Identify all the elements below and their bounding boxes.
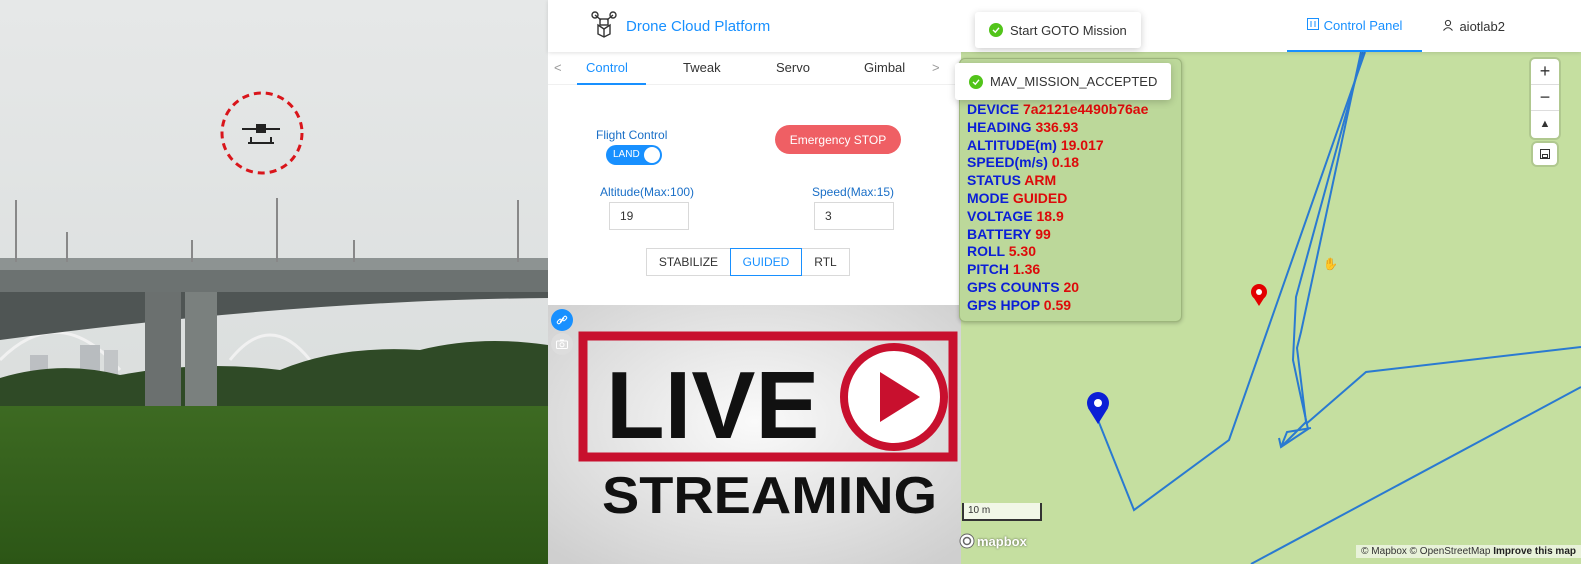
- telemetry-value: 99: [1035, 225, 1051, 242]
- goto-mission-text: Start GOTO Mission: [1010, 22, 1127, 38]
- sliders-icon: [1306, 17, 1319, 33]
- switch-knob: [644, 147, 660, 163]
- user-icon: [1442, 19, 1454, 34]
- telemetry-value: 5.30: [1008, 243, 1036, 260]
- live-stream-panel: LIVE STREAMING: [548, 305, 961, 564]
- emergency-stop-button[interactable]: Emergency STOP: [775, 125, 901, 154]
- tab-servo[interactable]: Servo: [776, 60, 810, 75]
- telemetry-row: HEADING 336.93: [967, 119, 1078, 135]
- telemetry-row: STATUS ARM: [967, 172, 1056, 188]
- telemetry-value: 19.017: [1060, 136, 1104, 153]
- telemetry-row: ROLL 5.30: [967, 243, 1036, 259]
- zoom-in-button[interactable]: +: [1531, 59, 1559, 85]
- zoom-out-button[interactable]: −: [1531, 85, 1559, 111]
- telemetry-value: 7a2121e4490b76ae: [1023, 101, 1149, 117]
- mode-stabilize-button[interactable]: STABILIZE: [646, 248, 731, 276]
- speed-input[interactable]: 3: [814, 202, 894, 230]
- live-streaming-graphic: LIVE STREAMING: [548, 305, 961, 564]
- drone-icon: [590, 10, 618, 43]
- telemetry-row: DEVICE 7a2121e4490b76ae: [967, 101, 1148, 117]
- link-icon[interactable]: [551, 309, 573, 331]
- flight-mode-group: STABILIZE GUIDED RTL: [646, 248, 850, 276]
- control-tabs: < Control Tweak Servo Gimbal >: [548, 52, 961, 85]
- tab-gimbal[interactable]: Gimbal: [864, 60, 905, 75]
- telemetry-value: 18.9: [1036, 207, 1064, 224]
- telemetry-row: GPS COUNTS 20: [967, 279, 1079, 295]
- tab-next-icon[interactable]: >: [932, 60, 940, 75]
- telemetry-row: BATTERY 99: [967, 226, 1051, 242]
- goto-mission-toast: Start GOTO Mission: [975, 12, 1141, 48]
- mapbox-logo-text: mapbox: [977, 533, 1027, 549]
- streaming-text: STREAMING: [602, 467, 937, 525]
- mapbox-logo[interactable]: mapbox: [959, 533, 1027, 549]
- telemetry-value: 0.18: [1051, 154, 1080, 171]
- tab-control[interactable]: Control: [586, 60, 628, 75]
- telemetry-row: ALTITUDE(m) 19.017: [967, 137, 1104, 153]
- improve-map-link[interactable]: Improve this map: [1493, 546, 1576, 557]
- success-icon: [989, 23, 1003, 37]
- camera-feed: [0, 0, 548, 564]
- map-scale: 10 m: [962, 503, 1042, 521]
- telemetry-key: ALTITUDE(m): [967, 136, 1057, 153]
- nav-control-panel-label: Control Panel: [1323, 17, 1403, 33]
- blue-map-pin: [1087, 392, 1109, 424]
- telemetry-row: GPS HPOP 0.59: [967, 297, 1071, 313]
- telemetry-key: VOLTAGE: [967, 207, 1033, 224]
- telemetry-key: HEADING: [967, 118, 1032, 135]
- mission-accepted-text: MAV_MISSION_ACCEPTED: [990, 74, 1158, 89]
- telemetry-row: VOLTAGE 18.9: [967, 208, 1064, 224]
- nav-user[interactable]: aiotlab2: [1422, 0, 1581, 52]
- land-switch-label: LAND: [613, 149, 640, 160]
- telemetry-key: BATTERY: [967, 225, 1032, 242]
- tab-tweak[interactable]: Tweak: [683, 60, 721, 75]
- telemetry-row: PITCH 1.36: [967, 261, 1040, 277]
- mode-guided-button[interactable]: GUIDED: [730, 248, 802, 276]
- telemetry-value: 1.36: [1012, 261, 1041, 278]
- telemetry-value: 336.93: [1035, 118, 1079, 135]
- app-title: Drone Cloud Platform: [626, 18, 771, 35]
- telemetry-row: MODE GUIDED: [967, 190, 1067, 206]
- mapbox-icon: [959, 533, 975, 549]
- success-icon: [969, 74, 983, 89]
- nav-user-label: aiotlab2: [1459, 18, 1505, 34]
- telemetry-value: ARM: [1024, 172, 1057, 189]
- land-switch[interactable]: LAND: [606, 145, 662, 165]
- telemetry-key: SPEED(m/s): [967, 154, 1048, 171]
- telemetry-key: ROLL: [967, 243, 1005, 260]
- telemetry-key: STATUS: [967, 172, 1021, 189]
- nav-menu: Control Panel aiotlab2: [1286, 0, 1581, 52]
- speed-label: Speed(Max:15): [812, 185, 895, 199]
- telemetry-value: 0.59: [1043, 296, 1072, 313]
- camera-icon[interactable]: [551, 333, 573, 355]
- telemetry-key: DEVICE: [967, 101, 1020, 117]
- camera-feed-image: [0, 0, 548, 564]
- tab-prev-icon[interactable]: <: [554, 60, 562, 75]
- compass-icon[interactable]: ▲: [1531, 111, 1559, 137]
- brand[interactable]: Drone Cloud Platform: [590, 10, 770, 43]
- save-icon[interactable]: [1533, 143, 1557, 165]
- telemetry-key: PITCH: [967, 261, 1009, 278]
- map-attribution: © Mapbox © OpenStreetMap Improve this ma…: [1356, 545, 1581, 558]
- mission-accepted-toast: MAV_MISSION_ACCEPTED: [955, 63, 1172, 100]
- map-zoom-controls: + − ▲: [1531, 59, 1559, 138]
- nav-control-panel[interactable]: Control Panel: [1286, 0, 1423, 52]
- attribution-text[interactable]: © Mapbox © OpenStreetMap: [1361, 546, 1490, 557]
- telemetry-value: 20: [1063, 279, 1080, 295]
- altitude-input[interactable]: 19: [609, 202, 689, 230]
- svg-text:✋: ✋: [1323, 257, 1338, 271]
- mode-rtl-button[interactable]: RTL: [801, 248, 850, 276]
- tab-ink-bar: [577, 83, 646, 85]
- telemetry-key: GPS HPOP: [967, 296, 1040, 313]
- telemetry-row: SPEED(m/s) 0.18: [967, 154, 1079, 170]
- altitude-label: Altitude(Max:100): [600, 185, 695, 199]
- live-text: LIVE: [606, 352, 819, 459]
- telemetry-value: GUIDED: [1012, 190, 1068, 206]
- red-map-pin: [1251, 284, 1267, 306]
- telemetry-key: MODE: [967, 190, 1009, 206]
- telemetry-key: GPS COUNTS: [967, 279, 1060, 295]
- flight-control-label: Flight Control: [596, 128, 668, 142]
